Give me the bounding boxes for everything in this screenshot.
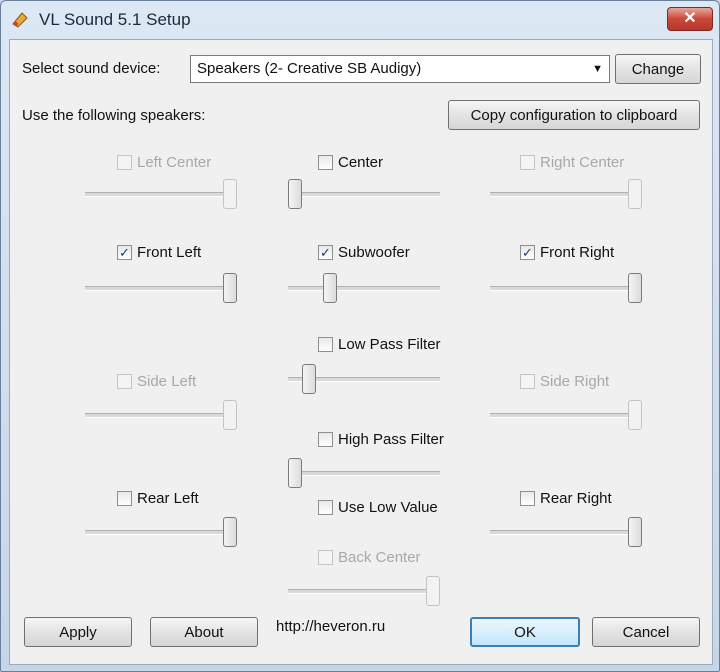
slider-high-pass[interactable] bbox=[288, 456, 440, 490]
slider-track bbox=[490, 286, 642, 291]
checkbox-label: Center bbox=[338, 154, 384, 171]
slider-left-center bbox=[85, 177, 237, 211]
checkbox-label: Rear Right bbox=[540, 490, 612, 507]
speakers-label: Use the following speakers: bbox=[22, 107, 206, 124]
slider-rear-left[interactable] bbox=[85, 515, 237, 549]
cancel-button[interactable]: Cancel bbox=[592, 617, 700, 647]
slider-thumb[interactable] bbox=[288, 179, 302, 209]
slider-track bbox=[490, 192, 642, 197]
checkbox-box[interactable] bbox=[318, 337, 333, 352]
checkbox-label: Subwoofer bbox=[338, 244, 410, 261]
close-icon: ✕ bbox=[683, 10, 697, 27]
slider-track bbox=[85, 413, 237, 418]
checkbox-box[interactable] bbox=[520, 491, 535, 506]
checkbox-label: Right Center bbox=[540, 154, 625, 171]
slider-track bbox=[490, 530, 642, 535]
checkbox-label: Front Right bbox=[540, 244, 615, 261]
slider-track bbox=[288, 192, 440, 197]
website-link[interactable]: http://heveron.ru bbox=[276, 618, 385, 635]
slider-front-right[interactable] bbox=[490, 271, 642, 305]
slider-side-right bbox=[490, 398, 642, 432]
dialog-window: VL Sound 5.1 Setup ✕ Select sound device… bbox=[0, 0, 720, 672]
slider-center[interactable] bbox=[288, 177, 440, 211]
slider-track bbox=[85, 530, 237, 535]
slider-thumb[interactable] bbox=[628, 517, 642, 547]
slider-back-center bbox=[288, 574, 440, 608]
sound-device-value: Speakers (2- Creative SB Audigy) bbox=[197, 60, 422, 77]
checkbox-box bbox=[520, 155, 535, 170]
slider-rear-right[interactable] bbox=[490, 515, 642, 549]
checkbox-label: Use Low Value bbox=[338, 499, 438, 516]
copy-configuration-button[interactable]: Copy configuration to clipboard bbox=[448, 100, 700, 130]
slider-thumb bbox=[223, 179, 237, 209]
slider-track bbox=[85, 286, 237, 291]
slider-thumb[interactable] bbox=[302, 364, 316, 394]
checkbox-label: Low Pass Filter bbox=[338, 336, 441, 353]
checkbox-label: Rear Left bbox=[137, 490, 199, 507]
checkbox-box[interactable] bbox=[318, 432, 333, 447]
window-title: VL Sound 5.1 Setup bbox=[39, 10, 191, 29]
slider-track bbox=[85, 192, 237, 197]
ok-button[interactable]: OK bbox=[470, 617, 580, 647]
checkbox-label: Side Right bbox=[540, 373, 610, 390]
slider-right-center bbox=[490, 177, 642, 211]
slider-thumb[interactable] bbox=[288, 458, 302, 488]
slider-subwoofer[interactable] bbox=[288, 271, 440, 305]
slider-track bbox=[288, 286, 440, 291]
slider-thumb[interactable] bbox=[323, 273, 337, 303]
title-bar[interactable]: VL Sound 5.1 Setup ✕ bbox=[1, 1, 719, 37]
dialog-body: Select sound device: Speakers (2- Creati… bbox=[9, 39, 713, 665]
checkbox-label: Front Left bbox=[137, 244, 202, 261]
slider-side-left bbox=[85, 398, 237, 432]
checkbox-box[interactable]: ✓ bbox=[318, 245, 333, 260]
slider-thumb[interactable] bbox=[628, 273, 642, 303]
checkbox-label: Back Center bbox=[338, 549, 421, 566]
checkmark-icon: ✓ bbox=[320, 245, 331, 260]
checkbox-label: Left Center bbox=[137, 154, 212, 171]
slider-thumb[interactable] bbox=[223, 517, 237, 547]
slider-thumb bbox=[628, 400, 642, 430]
checkbox-box[interactable]: ✓ bbox=[520, 245, 535, 260]
checkbox-box bbox=[520, 374, 535, 389]
checkbox-box[interactable] bbox=[318, 155, 333, 170]
checkbox-box[interactable]: ✓ bbox=[117, 245, 132, 260]
checkmark-icon: ✓ bbox=[119, 245, 130, 260]
slider-thumb bbox=[426, 576, 440, 606]
change-button[interactable]: Change bbox=[615, 54, 701, 84]
select-device-label: Select sound device: bbox=[22, 60, 161, 77]
dropdown-arrow-icon: ▼ bbox=[592, 63, 603, 75]
slider-track bbox=[490, 413, 642, 418]
slider-track bbox=[288, 471, 440, 476]
checkbox-box[interactable] bbox=[318, 500, 333, 515]
checkbox-box bbox=[117, 374, 132, 389]
slider-thumb[interactable] bbox=[223, 273, 237, 303]
checkbox-box bbox=[318, 550, 333, 565]
slider-front-left[interactable] bbox=[85, 271, 237, 305]
slider-thumb bbox=[223, 400, 237, 430]
checkbox-box[interactable] bbox=[117, 491, 132, 506]
apply-button[interactable]: Apply bbox=[24, 617, 132, 647]
slider-low-pass[interactable] bbox=[288, 362, 440, 396]
checkmark-icon: ✓ bbox=[522, 245, 533, 260]
sound-device-select[interactable]: Speakers (2- Creative SB Audigy) ▼ bbox=[190, 55, 610, 83]
about-button[interactable]: About bbox=[150, 617, 258, 647]
close-button[interactable]: ✕ bbox=[667, 7, 713, 31]
slider-thumb bbox=[628, 179, 642, 209]
checkbox-box bbox=[117, 155, 132, 170]
slider-track bbox=[288, 589, 440, 594]
checkbox-label: Side Left bbox=[137, 373, 197, 390]
app-icon bbox=[12, 12, 28, 28]
checkbox-label: High Pass Filter bbox=[338, 431, 444, 448]
